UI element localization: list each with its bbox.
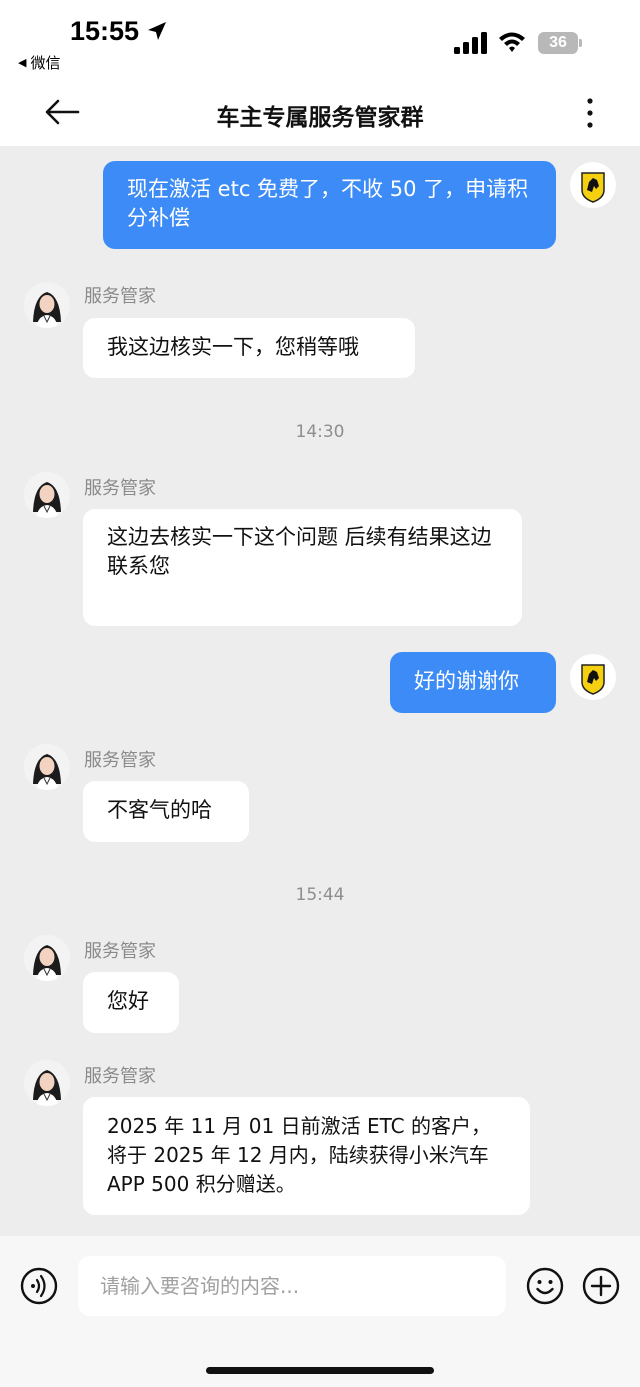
page-title: 车主专属服务管家群 [216,105,424,131]
location-arrow-icon [148,22,166,40]
sender-name: 服务管家 [84,750,156,771]
message-input[interactable]: 请输入要咨询的内容... [78,1256,506,1316]
user-avatar[interactable] [570,162,616,208]
emoji-icon[interactable] [526,1267,564,1305]
chat-area[interactable]: 现在激活 etc 免费了，不收 50 了，申请积分补偿 服务管家 我这边核实一下… [0,146,640,1236]
agent-avatar[interactable] [24,1060,70,1106]
agent-avatar[interactable] [24,935,70,981]
incoming-message-bubble[interactable]: 这边去核实一下这个问题 后续有结果这边联系您 [83,509,522,626]
ferrari-logo-icon [570,162,616,208]
message-text: 好的谢谢你 [414,669,519,693]
message-text: 不客气的哈 [107,798,212,822]
incoming-message-bubble[interactable]: 我这边核实一下，您稍等哦 [83,318,415,378]
outgoing-message-bubble[interactable]: 好的谢谢你 [390,652,556,713]
agent-portrait-icon [24,744,70,790]
outgoing-message-bubble[interactable]: 现在激活 etc 免费了，不收 50 了，申请积分补偿 [103,161,556,249]
battery-indicator: 36 [538,32,578,54]
plus-icon[interactable] [582,1267,620,1305]
chat-timestamp: 15:44 [295,885,345,905]
message-text: 我这边核实一下，您稍等哦 [107,335,359,359]
home-indicator[interactable] [206,1367,434,1374]
agent-avatar[interactable] [24,472,70,518]
message-text: 您好 [107,989,149,1013]
message-text: 这边去核实一下这个问题 后续有结果这边联系您 [107,525,492,578]
sender-name: 服务管家 [84,1066,156,1087]
wifi-icon [499,32,525,52]
battery-tip [579,39,582,47]
incoming-message-bubble[interactable]: 您好 [83,972,179,1033]
agent-portrait-icon [24,935,70,981]
incoming-message-bubble[interactable]: 2025 年 11 月 01 日前激活 ETC 的客户，将于 2025 年 12… [83,1097,530,1215]
agent-portrait-icon [24,1060,70,1106]
nav-bar: 车主专属服务管家群 [0,86,640,146]
cellular-signal-icon [454,32,487,54]
voice-icon[interactable] [20,1267,58,1305]
message-text: 现在激活 etc 免费了，不收 50 了，申请积分补偿 [127,177,529,230]
ferrari-logo-icon [570,654,616,700]
agent-portrait-icon [24,472,70,518]
agent-avatar[interactable] [24,282,70,328]
status-time: 15:55 [70,16,140,46]
sender-name: 服务管家 [84,941,156,962]
agent-avatar[interactable] [24,744,70,790]
status-bar: 15:55 ◀ 微信 36 [0,0,640,86]
incoming-message-bubble[interactable]: 不客气的哈 [83,781,249,842]
more-icon[interactable] [580,96,600,130]
sender-name: 服务管家 [84,478,156,499]
back-to-app-link[interactable]: ◀ 微信 [18,52,60,73]
user-avatar[interactable] [570,654,616,700]
sender-name: 服务管家 [84,286,156,307]
agent-portrait-icon [24,282,70,328]
message-text: 2025 年 11 月 01 日前激活 ETC 的客户，将于 2025 年 12… [107,1114,491,1196]
input-bar: 请输入要咨询的内容... [0,1236,640,1387]
chat-timestamp: 14:30 [295,422,345,442]
back-triangle-icon: ◀ [18,56,27,69]
back-app-label: 微信 [30,54,61,72]
